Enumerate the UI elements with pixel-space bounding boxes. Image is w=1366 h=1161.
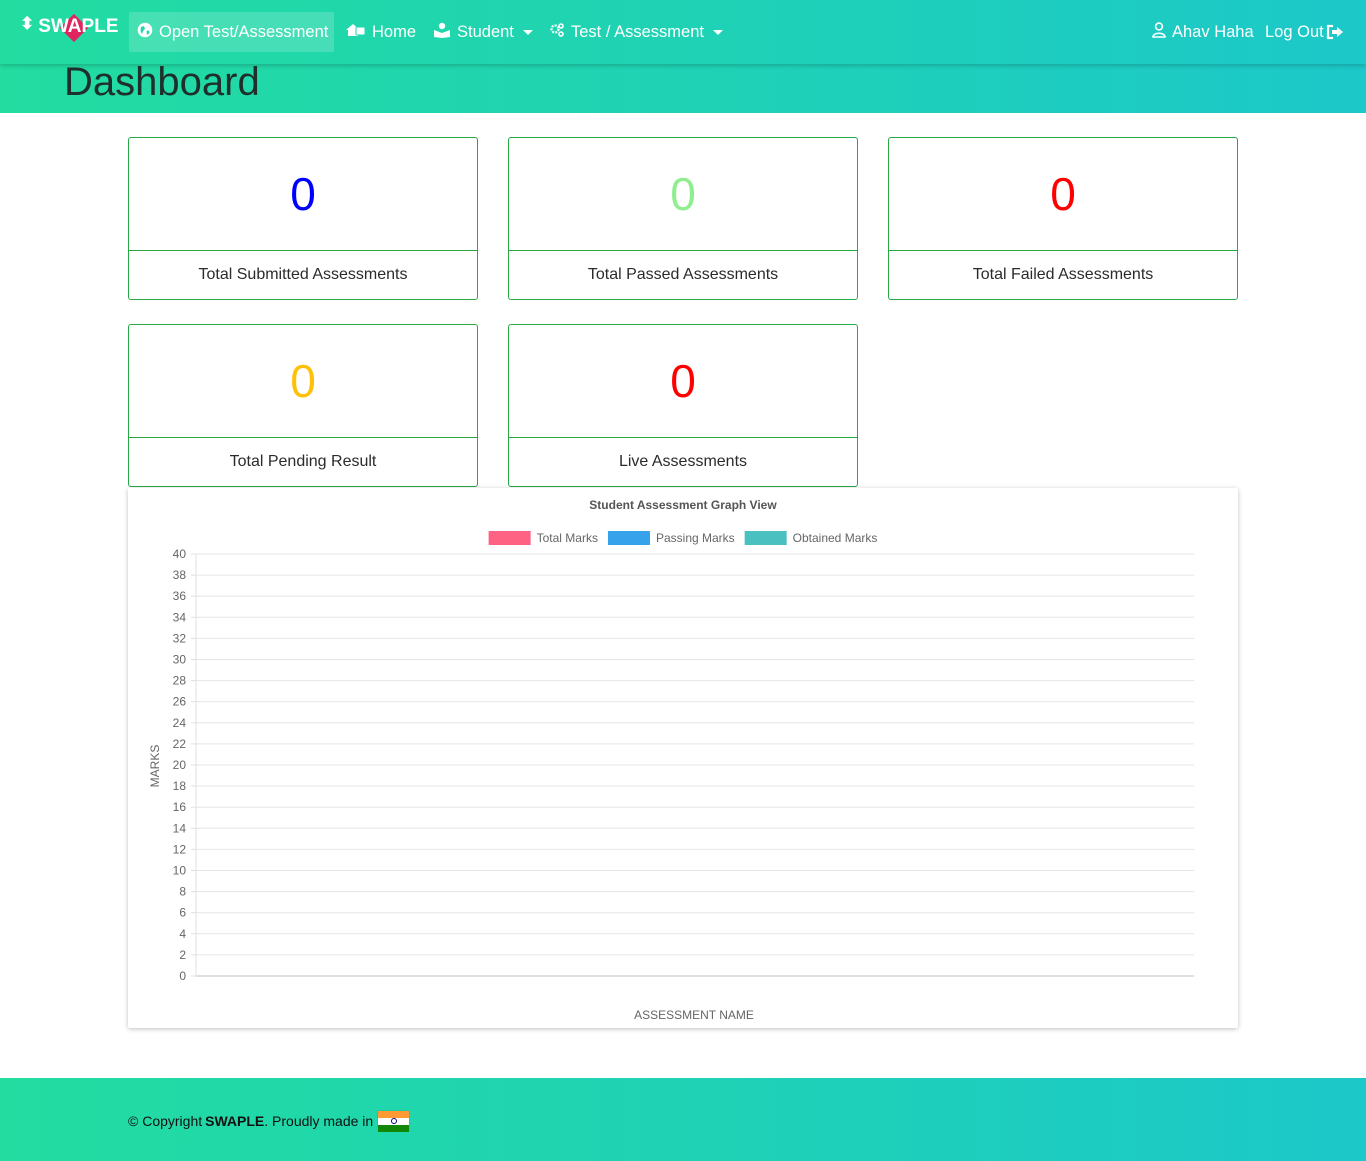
footer-copyright: © Copyright SWAPLE . Proudly made in	[128, 1110, 411, 1132]
nav-open-test-label: Open Test/Assessment	[159, 22, 329, 41]
y-tick-label: 30	[173, 653, 187, 667]
chart-grid	[191, 553, 1194, 977]
legend-swatch[interactable]	[607, 531, 650, 545]
y-tick-label: 32	[173, 631, 187, 645]
stat-card-passed: 0 Total Passed Assessments	[508, 137, 858, 300]
stat-value: 0	[509, 138, 857, 251]
student-icon	[433, 22, 451, 43]
nav-test-label: Test / Assessment	[571, 22, 704, 41]
y-axis-ticks: 0246810121416182022242628303234363840	[173, 547, 187, 983]
chevron-down-icon	[712, 29, 723, 35]
legend-swatch[interactable]	[744, 531, 787, 545]
stat-label: Total Passed Assessments	[587, 266, 779, 283]
copyright-prefix: © Copyright	[128, 1112, 203, 1129]
stat-card-failed: 0 Total Failed Assessments	[888, 137, 1238, 300]
user-icon	[1152, 21, 1166, 43]
stat-card-pending: 0 Total Pending Result	[128, 324, 478, 487]
assessment-chart-card: Student Assessment Graph View Total Mark…	[128, 488, 1238, 1028]
y-tick-label: 40	[173, 547, 187, 561]
y-tick-label: 16	[173, 800, 187, 814]
nav-student-dropdown[interactable]: Student	[433, 12, 533, 52]
sign-out-icon	[1326, 24, 1344, 40]
y-tick-label: 14	[173, 821, 187, 835]
user-name: Ahav Haha	[1172, 22, 1254, 41]
stat-label: Total Submitted Assessments	[198, 266, 408, 283]
y-tick-label: 6	[179, 906, 186, 920]
stat-label: Total Pending Result	[229, 453, 377, 470]
legend-label[interactable]: Total Marks	[537, 531, 598, 545]
y-tick-label: 8	[179, 885, 186, 899]
y-tick-label: 2	[179, 948, 186, 962]
logout-link[interactable]: Log Out	[1265, 12, 1344, 52]
legend-label[interactable]: Passing Marks	[656, 531, 735, 545]
brand-logo[interactable]: ⬍ SWAPLE	[20, 12, 120, 52]
gears-icon	[549, 22, 565, 43]
nav-student-label: Student	[457, 22, 514, 41]
india-flag-icon	[377, 1110, 411, 1132]
stat-label: Live Assessments	[618, 453, 748, 470]
home-icon	[345, 22, 366, 43]
nav-home-label: Home	[372, 22, 417, 41]
top-navbar: ⬍ SWAPLE Open Test/Assessment Home Stude…	[0, 0, 1366, 64]
y-tick-label: 20	[173, 758, 187, 772]
y-tick-label: 4	[179, 927, 186, 941]
brand-name: SWAPLE	[38, 16, 119, 37]
page-title: Dashboard	[64, 60, 260, 104]
assessment-bar-chart: Student Assessment Graph View Total Mark…	[148, 498, 1194, 1022]
stat-value: 0	[129, 325, 477, 438]
chevron-down-icon	[522, 29, 533, 35]
y-tick-label: 38	[173, 568, 187, 582]
y-tick-label: 10	[173, 864, 187, 878]
footer: © Copyright SWAPLE . Proudly made in	[0, 1078, 1366, 1161]
footer-suffix: . Proudly made in	[264, 1112, 374, 1129]
logout-label: Log Out	[1265, 22, 1324, 41]
stat-value: 0	[129, 138, 477, 251]
stat-card-submitted: 0 Total Submitted Assessments	[128, 137, 478, 300]
stat-label: Total Failed Assessments	[972, 266, 1154, 283]
y-tick-label: 34	[173, 610, 187, 624]
user-menu[interactable]: Ahav Haha	[1152, 12, 1254, 52]
y-tick-label: 26	[173, 695, 187, 709]
stat-value: 0	[509, 325, 857, 438]
y-tick-label: 12	[173, 842, 187, 856]
stat-card-live: 0 Live Assessments	[508, 324, 858, 487]
chart-legend: Total Marks Passing Marks Obtained Marks	[488, 531, 878, 545]
y-tick-label: 36	[173, 589, 187, 603]
legend-label[interactable]: Obtained Marks	[793, 531, 878, 545]
nav-open-test[interactable]: Open Test/Assessment	[129, 12, 334, 52]
y-tick-label: 22	[173, 737, 187, 751]
footer-brand: SWAPLE	[205, 1112, 265, 1129]
nav-home[interactable]: Home	[345, 12, 416, 52]
x-axis-label: ASSESSMENT NAME	[634, 1008, 754, 1022]
y-tick-label: 24	[173, 716, 187, 730]
globe-icon	[137, 22, 153, 43]
stat-value: 0	[889, 138, 1237, 251]
logo-arrow-icon: ⬍	[20, 14, 35, 33]
y-tick-label: 28	[173, 674, 187, 688]
y-axis-label: MARKS	[148, 745, 162, 788]
chart-title: Student Assessment Graph View	[589, 498, 777, 512]
y-tick-label: 0	[179, 969, 186, 983]
y-tick-label: 18	[173, 779, 187, 793]
nav-test-dropdown[interactable]: Test / Assessment	[549, 12, 723, 52]
legend-swatch[interactable]	[488, 531, 531, 545]
